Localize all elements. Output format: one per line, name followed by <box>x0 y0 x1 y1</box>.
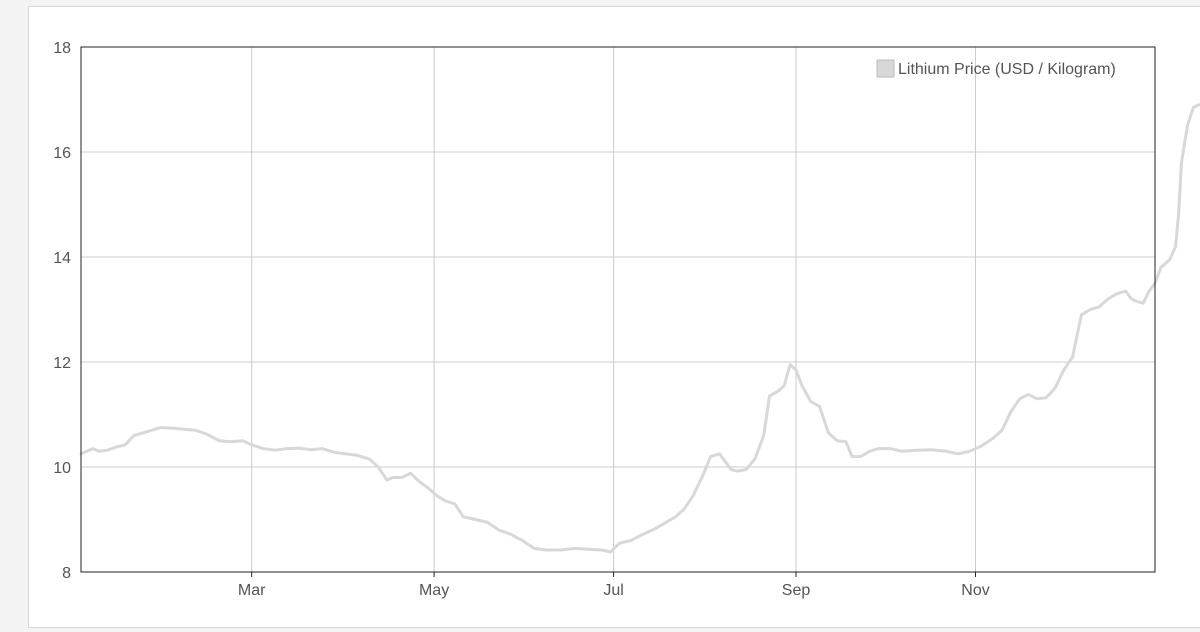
y-tick-label: 10 <box>53 460 71 477</box>
plot-frame <box>80 46 1156 573</box>
x-tick-label: Sep <box>782 582 811 599</box>
x-tick-label: Mar <box>238 582 266 599</box>
x-axis: Mar May Jul Sep Nov <box>238 572 990 599</box>
y-tick-label: 18 <box>53 40 71 57</box>
y-tick-label: 16 <box>53 145 71 162</box>
legend-label: Lithium Price (USD / Kilogram) <box>898 61 1116 78</box>
y-tick-label: 8 <box>62 565 71 582</box>
chart-card: 8 10 12 14 16 18 Mar May Jul Sep Nov Lithium Pric… <box>28 6 1200 628</box>
series-layer <box>79 103 1200 554</box>
legend-swatch <box>876 59 895 78</box>
x-tick-label: Nov <box>961 582 989 599</box>
legend[interactable]: Lithium Price (USD / Kilogram) <box>876 59 1116 78</box>
y-tick-label: 14 <box>53 250 71 267</box>
series-line <box>79 103 1200 554</box>
grid <box>81 47 1155 572</box>
y-axis: 8 10 12 14 16 18 <box>53 40 71 582</box>
y-tick-label: 12 <box>53 355 71 372</box>
x-tick-label: Jul <box>603 582 623 599</box>
x-tick-label: May <box>419 582 449 599</box>
line-chart: 8 10 12 14 16 18 Mar May Jul Sep Nov Lithium Pric… <box>53 40 1200 599</box>
